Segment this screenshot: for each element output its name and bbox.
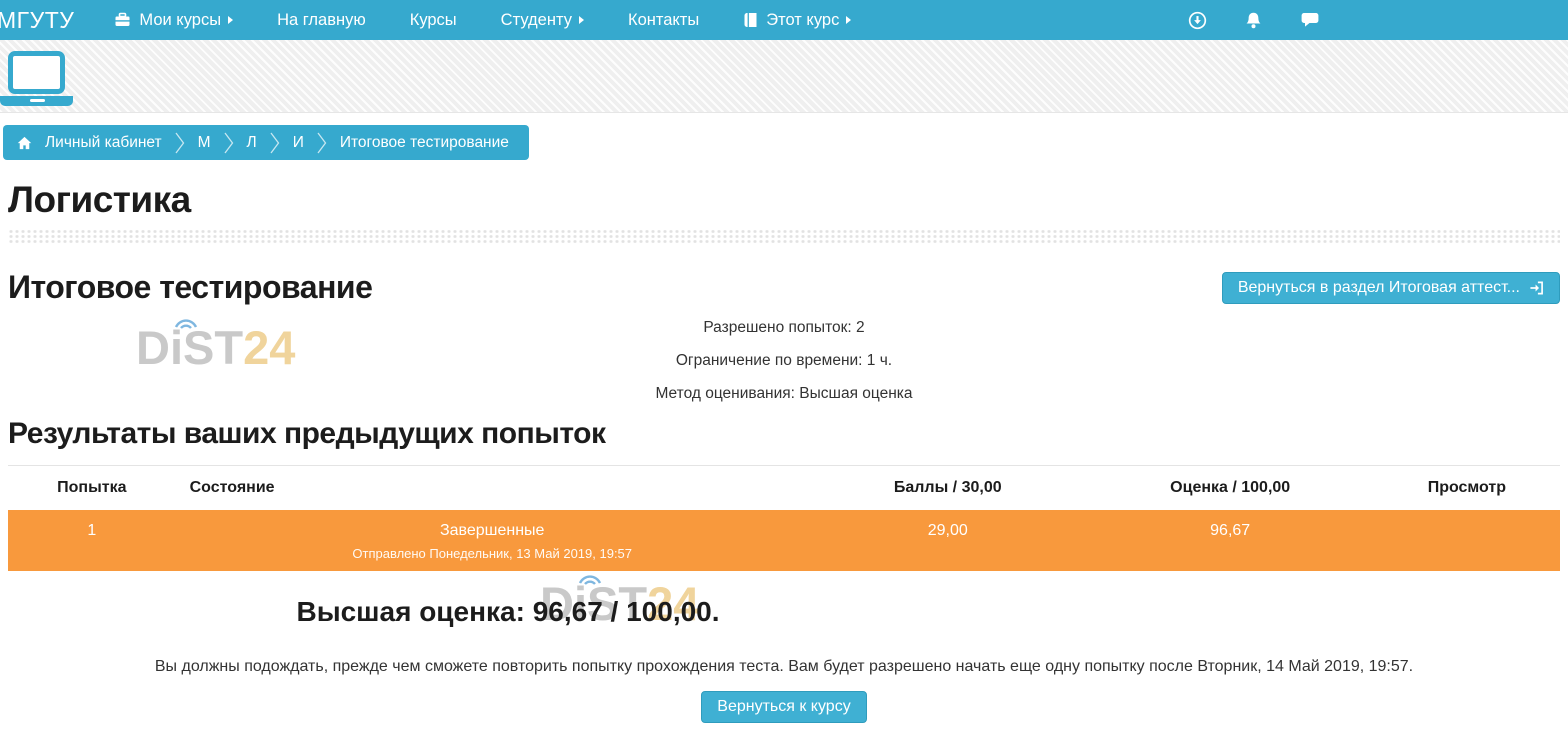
header-attempt: Попытка: [8, 466, 176, 511]
quiz-info-time-limit: Ограничение по времени: 1 ч.: [8, 351, 1560, 370]
wait-message: Вы должны подождать, прежде чем сможете …: [8, 658, 1560, 676]
laptop-icon-base: [0, 96, 73, 106]
menu-item-label: Мои курсы: [139, 11, 221, 30]
state-submitted-date: Отправлено Понедельник, 13 Май 2019, 19:…: [186, 546, 799, 561]
results-heading: Результаты ваших предыдущих попыток: [8, 417, 1560, 451]
main-menu: Мои курсы На главную Курсы Студенту Конт…: [92, 0, 873, 40]
back-to-course-button[interactable]: Вернуться к курсу: [701, 691, 866, 723]
header-state: Состояние: [176, 466, 809, 511]
brand-logo[interactable]: МГУТУ: [0, 7, 92, 34]
navbar-actions: [1188, 11, 1320, 30]
chevron-separator-icon: [317, 131, 327, 155]
top-navbar: МГУТУ Мои курсы На главную Курсы Студент…: [0, 0, 1568, 40]
circle-down-arrow-icon[interactable]: [1188, 11, 1207, 30]
menu-item-label: Студенту: [501, 11, 572, 30]
breadcrumb-item-m[interactable]: М: [198, 134, 211, 152]
state-label: Завершенные: [186, 522, 799, 540]
header-review: Просмотр: [1374, 466, 1560, 511]
quiz-info-grading-method: Метод оценивания: Высшая оценка: [8, 384, 1560, 403]
table-row: 1 Завершенные Отправлено Понедельник, 13…: [8, 510, 1560, 571]
home-icon[interactable]: [17, 136, 32, 150]
back-to-section-button[interactable]: Вернуться в раздел Итоговая аттест...: [1222, 272, 1560, 304]
chevron-separator-icon: [270, 131, 280, 155]
laptop-icon[interactable]: [8, 51, 65, 94]
menu-item-label: Курсы: [410, 11, 457, 30]
page-title: Логистика: [8, 179, 1560, 221]
attempts-table: Попытка Состояние Баллы / 30,00 Оценка /…: [8, 465, 1560, 571]
cell-review: [1374, 510, 1560, 571]
menu-item-courses[interactable]: Курсы: [388, 0, 479, 40]
book-icon: [743, 12, 758, 28]
bell-icon[interactable]: [1244, 11, 1263, 30]
quiz-info-attempts: Разрешено попыток: 2: [8, 318, 1560, 337]
cell-marks: 29,00: [809, 510, 1087, 571]
cell-grade: 96,67: [1087, 510, 1374, 571]
breadcrumb: Личный кабинет М Л И Итоговое тестирован…: [3, 125, 529, 160]
header-grade: Оценка / 100,00: [1087, 466, 1374, 511]
chevron-separator-icon: [224, 131, 234, 155]
breadcrumb-item-i[interactable]: И: [293, 134, 304, 152]
menu-item-contacts[interactable]: Контакты: [606, 0, 721, 40]
briefcase-icon: [114, 12, 131, 28]
breadcrumb-item-l[interactable]: Л: [247, 134, 257, 152]
chevron-right-icon: [846, 16, 851, 24]
menu-item-student[interactable]: Студенту: [479, 0, 606, 40]
quiz-info: DiST24 Разрешено попыток: 2 Ограничение …: [8, 318, 1560, 403]
menu-item-my-courses[interactable]: Мои курсы: [92, 0, 255, 40]
quiz-heading: Итоговое тестирование: [8, 269, 372, 306]
sign-in-icon: [1529, 281, 1544, 295]
menu-item-this-course[interactable]: Этот курс: [721, 0, 873, 40]
breadcrumb-item-dashboard[interactable]: Личный кабинет: [45, 134, 162, 152]
final-grade-text: Высшая оценка: 96,67 / 100,00.: [8, 596, 1008, 628]
chat-icon[interactable]: [1300, 11, 1320, 29]
dotted-divider: [8, 229, 1560, 244]
cell-attempt-number: 1: [8, 510, 176, 571]
back-to-section-label: Вернуться в раздел Итоговая аттест...: [1238, 279, 1520, 297]
breadcrumb-item-final-test: Итоговое тестирование: [340, 134, 509, 152]
table-header-row: Попытка Состояние Баллы / 30,00 Оценка /…: [8, 466, 1560, 511]
chevron-separator-icon: [175, 131, 185, 155]
chevron-right-icon: [228, 16, 233, 24]
menu-item-label: Контакты: [628, 11, 699, 30]
chevron-right-icon: [579, 16, 584, 24]
cell-state: Завершенные Отправлено Понедельник, 13 М…: [176, 510, 809, 571]
menu-item-label: На главную: [277, 11, 366, 30]
menu-item-home[interactable]: На главную: [255, 0, 388, 40]
header-marks: Баллы / 30,00: [809, 466, 1087, 511]
header-banner: [0, 40, 1568, 113]
menu-item-label: Этот курс: [766, 11, 839, 30]
